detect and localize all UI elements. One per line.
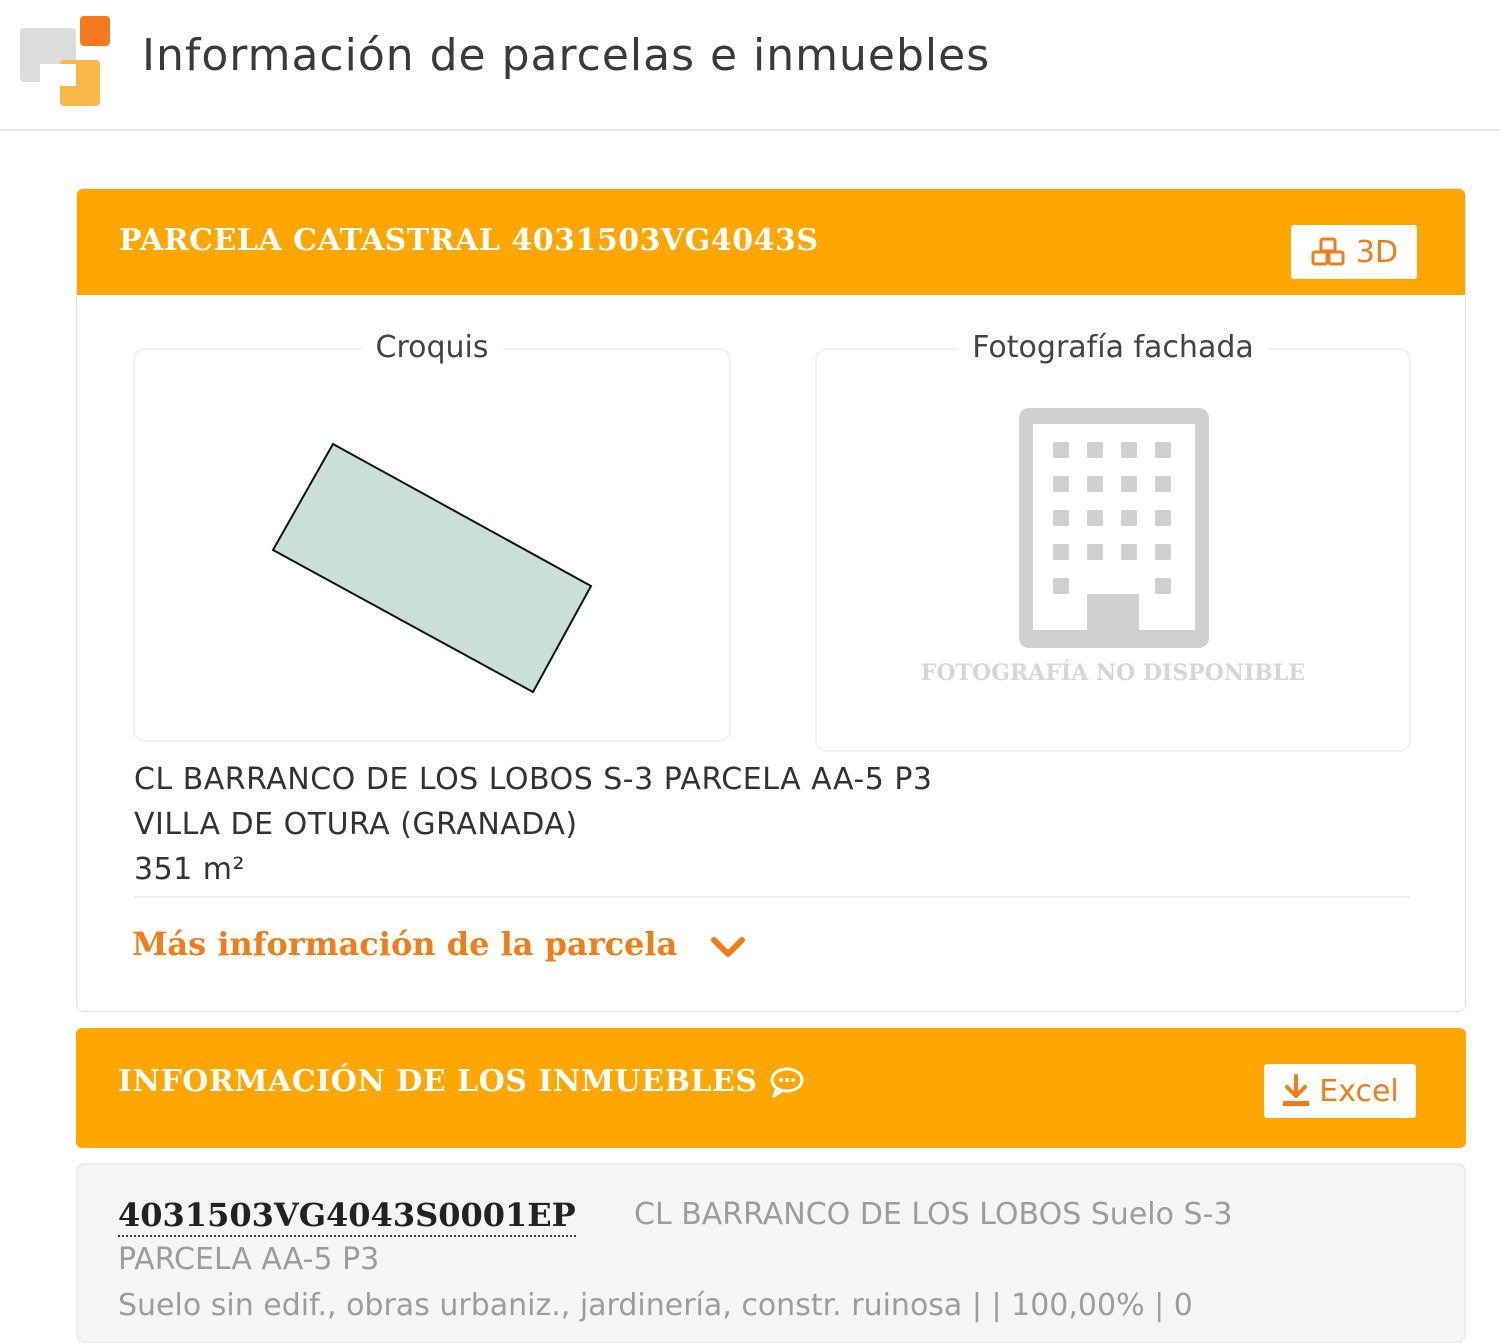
properties-title-text: INFORMACIÓN DE LOS INMUEBLES [118, 1064, 758, 1099]
photo-label: Fotografía fachada [958, 330, 1268, 365]
properties-panel-header: INFORMACIÓN DE LOS INMUEBLES Excel [76, 1028, 1466, 1148]
excel-button[interactable]: Excel [1264, 1064, 1416, 1118]
parcel-address-line1: CL BARRANCO DE LOS LOBOS S-3 PARCELA AA-… [134, 762, 933, 797]
properties-title: INFORMACIÓN DE LOS INMUEBLES [118, 1064, 806, 1099]
divider [134, 896, 1410, 898]
3d-button-label: 3D [1355, 234, 1399, 270]
parcel-address-line2: VILLA DE OTURA (GRANADA) [134, 807, 578, 842]
property-ref-link[interactable]: 4031503VG4043S0001EP [118, 1195, 576, 1237]
excel-button-label: Excel [1319, 1073, 1399, 1109]
parcel-area: 351 m² [134, 852, 246, 887]
comment-icon[interactable] [768, 1065, 806, 1099]
building-icon [1019, 408, 1209, 648]
parcel-sketch[interactable] [135, 350, 733, 744]
croquis-frame: Croquis [133, 330, 733, 744]
properties-panel: INFORMACIÓN DE LOS INMUEBLES Excel [76, 1028, 1466, 1148]
parcel-panel-header: PARCELA CATASTRAL 4031503VG4043S 3D [77, 189, 1465, 295]
cubes-icon [1311, 237, 1345, 266]
chevron-down-icon[interactable] [708, 934, 748, 962]
app-header: Información de parcelas e inmuebles [0, 0, 1500, 131]
property-address-a: CL BARRANCO DE LOS LOBOS Suelo S-3 [634, 1197, 1233, 1232]
catastro-logo [20, 16, 112, 108]
property-detail: Suelo sin edif., obras urbaniz., jardine… [118, 1288, 1193, 1323]
page-title: Información de parcelas e inmuebles [142, 30, 991, 81]
photo-frame: Fotografía fachada FOTOGRAFÍA NO DISPONI… [815, 330, 1411, 752]
download-icon [1283, 1074, 1310, 1106]
parcel-title: PARCELA CATASTRAL 4031503VG4043S [119, 223, 819, 258]
more-info-link[interactable]: Más información de la parcela [132, 925, 677, 963]
photo-unavailable-text: FOTOGRAFÍA NO DISPONIBLE [920, 660, 1306, 686]
3d-button[interactable]: 3D [1291, 225, 1417, 279]
property-address-b: PARCELA AA-5 P3 [118, 1242, 380, 1277]
